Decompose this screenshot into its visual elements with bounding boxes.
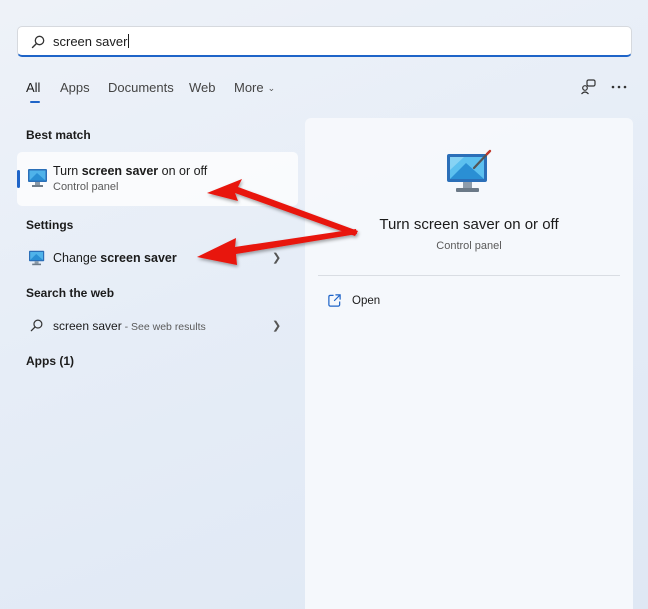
display-icon (29, 250, 45, 266)
selection-indicator (17, 170, 20, 188)
settings-result[interactable]: Change screen saver ❯ (17, 244, 298, 272)
share-icon[interactable] (580, 78, 598, 96)
tab-more[interactable]: More ⌄ (234, 80, 275, 95)
search-box[interactable]: screen saver (17, 26, 632, 57)
section-apps[interactable]: Apps (1) (26, 354, 74, 368)
best-match-title: Turn screen saver on or off (53, 164, 208, 178)
settings-result-title: Change screen saver (53, 251, 177, 265)
open-button[interactable]: Open (327, 293, 447, 313)
search-input[interactable]: screen saver (53, 34, 130, 49)
details-pane: Turn screen saver on or off Control pane… (305, 118, 633, 609)
chevron-right-icon: ❯ (272, 320, 282, 332)
divider (318, 275, 620, 276)
display-icon (28, 169, 47, 187)
display-icon (447, 149, 492, 192)
chevron-right-icon: ❯ (272, 252, 282, 264)
section-best-match: Best match (26, 128, 91, 142)
tab-all[interactable]: All (26, 80, 40, 95)
tab-documents[interactable]: Documents (108, 80, 174, 95)
active-tab-indicator (30, 101, 40, 103)
search-icon (31, 35, 45, 49)
search-icon (30, 319, 43, 332)
best-match-result[interactable]: Turn screen saver on or off Control pane… (17, 152, 298, 206)
details-title: Turn screen saver on or off (379, 216, 559, 233)
web-result-query: screen saver - See web results (53, 319, 206, 333)
section-search-web: Search the web (26, 286, 115, 300)
best-match-subtitle: Control panel (53, 181, 119, 193)
open-label: Open (352, 295, 381, 307)
open-external-icon (328, 294, 341, 307)
web-result[interactable]: screen saver - See web results ❯ (17, 312, 298, 340)
tab-apps[interactable]: Apps (60, 80, 90, 95)
section-settings: Settings (26, 218, 74, 232)
chevron-down-icon: ⌄ (267, 83, 276, 93)
details-subtitle: Control panel (436, 240, 502, 252)
more-options-icon[interactable] (610, 78, 628, 96)
tab-web[interactable]: Web (189, 80, 216, 95)
